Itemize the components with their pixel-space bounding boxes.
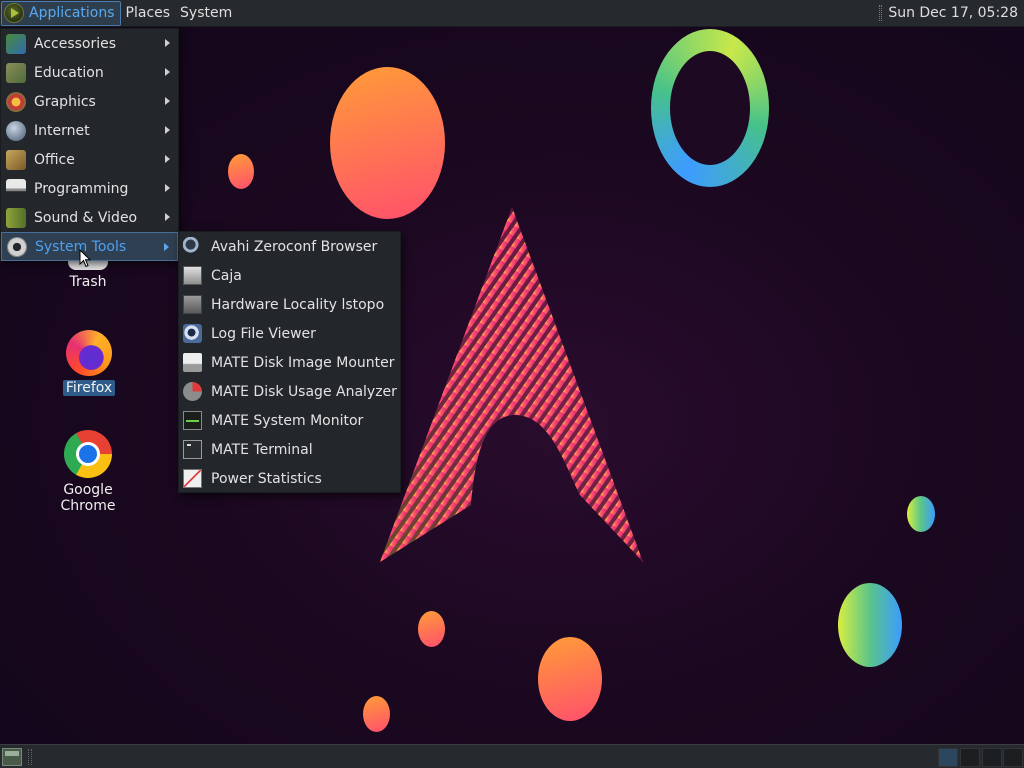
bottom-panel: [0, 744, 1024, 768]
menu-item-label: Programming: [34, 180, 129, 197]
show-desktop-icon[interactable]: [2, 748, 22, 766]
menu-item-label: Power Statistics: [211, 470, 322, 487]
panel-handle[interactable]: [28, 749, 32, 765]
chrome-icon: [64, 430, 112, 478]
menu-item-accessories[interactable]: Accessories: [1, 29, 178, 58]
clock-text: Sun Dec 17, 05:28: [888, 5, 1018, 21]
menu-item-label: MATE Terminal: [211, 441, 313, 458]
submenu-item-power-statistics[interactable]: Power Statistics: [179, 464, 400, 493]
firefox-icon: [66, 330, 112, 376]
wallpaper-arch-logo: [375, 205, 650, 565]
wallpaper-orange-ellipse-large: [330, 67, 445, 219]
submenu-item-mate-system-monitor[interactable]: MATE System Monitor: [179, 406, 400, 435]
submenu-item-hardware-locality-lstopo[interactable]: Hardware Locality lstopo: [179, 290, 400, 319]
office-icon: [6, 149, 26, 170]
menu-item-internet[interactable]: Internet: [1, 116, 178, 145]
menu-item-office[interactable]: Office: [1, 145, 178, 174]
accessories-icon: [6, 33, 26, 54]
menu-item-label: Sound & Video: [34, 209, 138, 226]
workspace-1[interactable]: [938, 748, 958, 767]
chevron-right-icon: [164, 243, 169, 251]
menu-item-graphics[interactable]: Graphics: [1, 87, 178, 116]
menu-item-label: Education: [34, 64, 104, 81]
education-icon: [6, 62, 26, 83]
menu-item-label: Log File Viewer: [211, 325, 316, 342]
avahi-icon: [183, 237, 202, 256]
hardware-icon: [183, 295, 202, 314]
applications-label: Applications: [29, 5, 115, 21]
wallpaper-orange-ellipse: [538, 637, 602, 721]
top-panel: Applications Places System Sun Dec 17, 0…: [0, 0, 1024, 27]
system-monitor-icon: [183, 411, 202, 430]
submenu-item-caja[interactable]: Caja: [179, 261, 400, 290]
submenu-item-mate-disk-image-mounter[interactable]: MATE Disk Image Mounter: [179, 348, 400, 377]
submenu-item-mate-disk-usage-analyzer[interactable]: MATE Disk Usage Analyzer: [179, 377, 400, 406]
clock[interactable]: Sun Dec 17, 05:28: [879, 5, 1024, 21]
wallpaper-gradient-ellipse: [838, 583, 902, 667]
applications-menu: Accessories Education Graphics Internet …: [0, 28, 179, 261]
menu-item-label: Caja: [211, 267, 242, 284]
workspace-2[interactable]: [960, 748, 980, 767]
system-tools-icon: [7, 236, 27, 257]
menu-item-label: MATE Disk Image Mounter: [211, 354, 395, 371]
chevron-right-icon: [165, 213, 170, 221]
chevron-right-icon: [165, 126, 170, 134]
internet-icon: [6, 120, 26, 141]
terminal-icon: [183, 440, 202, 459]
menu-item-education[interactable]: Education: [1, 58, 178, 87]
sound-video-icon: [6, 207, 26, 228]
menu-item-label: Hardware Locality lstopo: [211, 296, 385, 313]
system-tools-submenu: Avahi Zeroconf Browser Caja Hardware Loc…: [178, 231, 401, 493]
desktop-icon-label: Trash: [69, 274, 107, 290]
disk-usage-icon: [183, 382, 202, 401]
applications-menu-button[interactable]: Applications: [1, 0, 121, 26]
chevron-right-icon: [165, 68, 170, 76]
menu-item-label: Avahi Zeroconf Browser: [211, 238, 378, 255]
chevron-right-icon: [165, 155, 170, 163]
workspace-4[interactable]: [1003, 748, 1023, 767]
places-menu-button[interactable]: Places: [121, 5, 176, 21]
wallpaper-gradient-ellipse-small: [907, 496, 935, 532]
mouse-cursor-icon: [79, 249, 91, 268]
desktop-icon-firefox[interactable]: Firefox: [39, 330, 139, 396]
desktop-icon-label: Firefox: [62, 380, 116, 396]
programming-icon: [6, 178, 26, 199]
power-statistics-icon: [183, 469, 202, 488]
submenu-item-mate-terminal[interactable]: MATE Terminal: [179, 435, 400, 464]
menu-item-label: Internet: [34, 122, 90, 139]
menu-item-label: MATE System Monitor: [211, 412, 364, 429]
desktop-icon-label: Google Chrome: [60, 482, 116, 514]
wallpaper-orange-ellipse-small: [228, 154, 254, 189]
menu-item-label: Accessories: [34, 35, 117, 52]
mate-logo-icon: [4, 3, 24, 23]
chevron-right-icon: [165, 97, 170, 105]
submenu-item-avahi-zeroconf-browser[interactable]: Avahi Zeroconf Browser: [179, 232, 400, 261]
disk-mounter-icon: [183, 353, 202, 372]
wallpaper-orange-ellipse: [363, 696, 390, 732]
chevron-right-icon: [165, 184, 170, 192]
caja-icon: [183, 266, 202, 285]
graphics-icon: [6, 91, 26, 112]
log-viewer-icon: [183, 324, 202, 343]
menu-item-sound-video[interactable]: Sound & Video: [1, 203, 178, 232]
submenu-item-log-file-viewer[interactable]: Log File Viewer: [179, 319, 400, 348]
desktop[interactable]: Trash Firefox Google Chrome Applications…: [0, 0, 1024, 768]
menu-item-label: MATE Disk Usage Analyzer: [211, 383, 397, 400]
system-menu-button[interactable]: System: [175, 5, 237, 21]
chevron-right-icon: [165, 39, 170, 47]
menu-item-programming[interactable]: Programming: [1, 174, 178, 203]
panel-separator: [879, 5, 883, 21]
wallpaper-gradient-ring: [651, 29, 769, 187]
desktop-icon-google-chrome[interactable]: Google Chrome: [38, 430, 138, 514]
menu-item-label: Office: [34, 151, 75, 168]
wallpaper-orange-ellipse: [418, 611, 445, 647]
workspace-3[interactable]: [982, 748, 1002, 767]
menu-item-label: Graphics: [34, 93, 96, 110]
